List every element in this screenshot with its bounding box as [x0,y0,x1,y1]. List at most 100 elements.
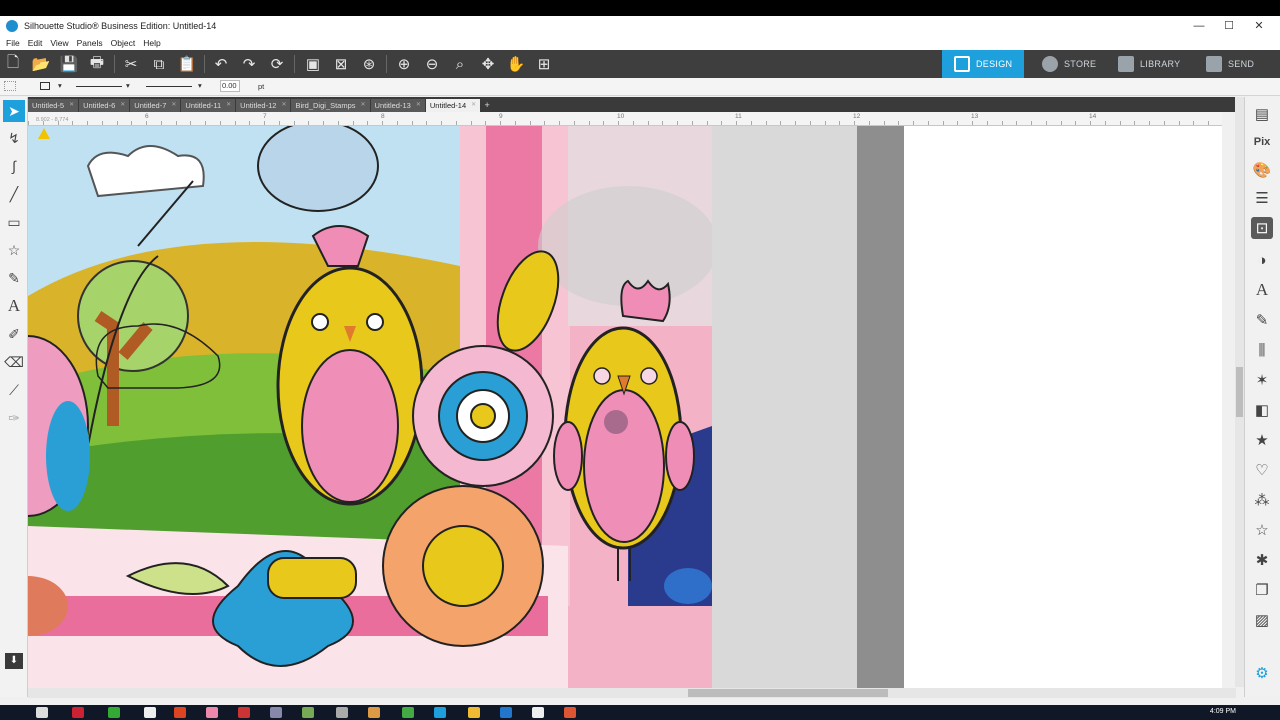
new-document-icon[interactable]: 🗋 [2,53,24,75]
align-icon[interactable]: ⫼ [1251,339,1273,361]
vertical-scroll-thumb[interactable] [1236,367,1243,417]
tab-store[interactable]: STORE [1032,50,1110,78]
close-tab-icon[interactable]: ✕ [226,99,231,112]
taskbar-app-icon[interactable] [72,707,84,718]
zoom-in-icon[interactable]: ⊕ [393,53,415,75]
fill-color-palette-icon[interactable]: 🎨 [1251,159,1273,181]
offset-heart-icon[interactable]: ♡ [1251,459,1273,481]
settings-gear-icon[interactable]: ⚙ [1251,662,1273,684]
redo-icon[interactable]: ↷ [238,53,260,75]
rectangle-tool-icon[interactable]: ▭ [3,211,25,233]
open-folder-icon[interactable]: 📂 [30,53,52,75]
select-all-icon[interactable]: ⊛ [358,53,380,75]
taskbar-app-icon[interactable] [174,707,186,718]
pixscan-icon[interactable]: Pix [1251,131,1273,153]
star-outline-icon[interactable]: ☆ [1251,519,1273,541]
pan-hand-icon[interactable]: ✋ [505,53,527,75]
taskbar-app-icon[interactable] [336,707,348,718]
chevron-down-icon[interactable]: ▾ [198,81,202,90]
print-icon[interactable]: 🖶 [86,53,108,75]
menu-object[interactable]: Object [111,38,136,48]
vertical-scrollbar[interactable] [1235,97,1244,687]
eyedropper-icon[interactable]: ✑ [3,407,25,429]
design-page[interactable] [904,126,1222,688]
text-style-icon[interactable]: A [1251,279,1273,301]
design-canvas[interactable] [28,126,1222,688]
taskbar-app-icon[interactable] [564,707,576,718]
tab-library[interactable]: LIBRARY [1112,50,1194,78]
tab-untitled-7[interactable]: Untitled-7 ✕ [130,99,181,112]
taskbar-app-icon[interactable] [402,707,414,718]
close-tab-icon[interactable]: ✕ [120,99,125,112]
ungroup-icon[interactable]: ⊠ [330,53,352,75]
cut-icon[interactable]: ✂ [120,53,142,75]
transform-icon[interactable]: ✶ [1251,369,1273,391]
close-tab-icon[interactable]: ✕ [471,99,476,112]
point-edit-icon[interactable]: ↯ [3,127,25,149]
taskbar-app-icon[interactable] [144,707,156,718]
hatch-fill-icon[interactable]: ▨ [1251,609,1273,631]
download-arrow-icon[interactable]: ⬇ [5,653,23,669]
taskbar-app-icon[interactable] [108,707,120,718]
line-tool-icon[interactable]: ╱ [3,183,25,205]
replicate-star-icon[interactable]: ★ [1251,429,1273,451]
close-tab-icon[interactable]: ✕ [171,99,176,112]
page-setup-icon[interactable]: ▤ [1251,103,1273,125]
taskbar-app-icon[interactable] [270,707,282,718]
close-tab-icon[interactable]: ✕ [416,99,421,112]
tab-bird-digi-stamps[interactable]: Bird_Digi_Stamps ✕ [291,99,370,112]
add-tab-icon[interactable]: + [481,99,493,112]
tab-untitled-5[interactable]: Untitled-5 ✕ [28,99,79,112]
line-style-preview[interactable] [76,86,122,87]
rhinestone-icon[interactable]: ⁂ [1251,489,1273,511]
start-windows-icon[interactable] [36,707,48,718]
tab-design[interactable]: DESIGN [942,50,1024,78]
taskbar-app-icon[interactable] [500,707,512,718]
modify-icon[interactable]: ◧ [1251,399,1273,421]
tab-untitled-14[interactable]: Untitled-14 ✕ [425,99,481,112]
text-tool-icon[interactable]: A [3,295,25,317]
copy-icon[interactable]: ⧉ [148,53,170,75]
maximize-icon[interactable]: ☐ [1214,16,1244,36]
puzzle-icon[interactable]: ✱ [1251,549,1273,571]
chevron-down-icon[interactable]: ▾ [126,81,130,90]
minimize-icon[interactable]: — [1184,16,1214,36]
close-tab-icon[interactable]: ✕ [281,99,286,112]
line-width-input[interactable]: 0.00 [220,80,240,92]
horizontal-scroll-thumb[interactable] [688,689,888,697]
fit-to-page-icon[interactable]: ⊞ [533,53,555,75]
tab-send[interactable]: SEND [1198,50,1272,78]
curve-tool-icon[interactable]: ∫ [3,155,25,177]
star-polygon-icon[interactable]: ☆ [3,239,25,261]
fill-swatch[interactable] [4,81,16,91]
undo-icon[interactable]: ↶ [210,53,232,75]
line-join-preview[interactable] [146,86,192,87]
download-panel[interactable]: ⬇ [0,651,28,671]
close-tab-icon[interactable]: ✕ [69,99,74,112]
group-icon[interactable]: ▣ [302,53,324,75]
eraser-icon[interactable]: ⌫ [3,351,25,373]
taskbar-app-icon[interactable] [302,707,314,718]
taskbar-app-icon[interactable] [532,707,544,718]
menu-view[interactable]: View [50,38,68,48]
taskbar-app-icon[interactable] [238,707,250,718]
menu-panels[interactable]: Panels [77,38,103,48]
taskbar-silhouette-icon[interactable] [434,707,446,718]
tab-untitled-6[interactable]: Untitled-6 ✕ [79,99,130,112]
taskbar-app-icon[interactable] [468,707,480,718]
move-icon[interactable]: ✥ [477,53,499,75]
zoom-select-icon[interactable]: ⌕ [449,53,471,75]
knife-tool-icon[interactable]: ⟋ [3,379,25,401]
tab-untitled-13[interactable]: Untitled-13 ✕ [370,99,425,112]
trace-icon[interactable]: ⊡ [1251,217,1273,239]
menu-file[interactable]: File [6,38,20,48]
layers-icon[interactable]: ❐ [1251,579,1273,601]
tab-untitled-12[interactable]: Untitled-12 ✕ [236,99,291,112]
zoom-out-icon[interactable]: ⊖ [421,53,443,75]
close-tab-icon[interactable]: ✕ [361,99,366,112]
sketch-pen-icon[interactable]: ✐ [3,323,25,345]
freehand-pen-icon[interactable]: ✎ [3,267,25,289]
chevron-down-icon[interactable]: ▾ [58,81,62,90]
close-icon[interactable]: ✕ [1244,16,1274,36]
taskbar-app-icon[interactable] [206,707,218,718]
